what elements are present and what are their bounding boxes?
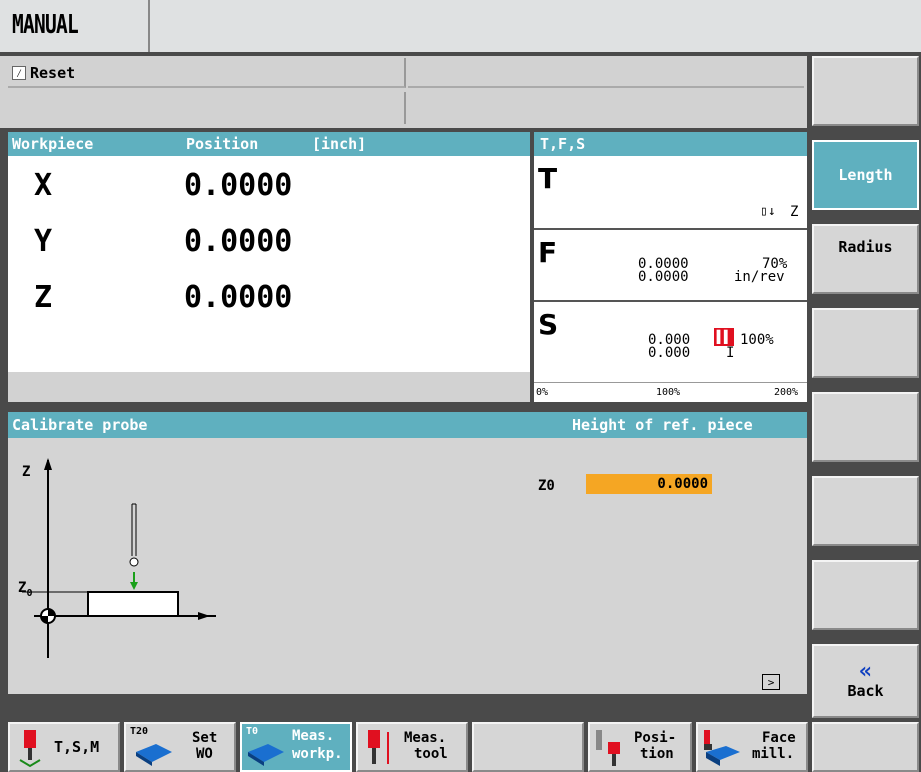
more-arrow-icon[interactable]: > (762, 674, 780, 690)
spindle-value-2: 0.000 (648, 345, 691, 361)
scale-mid: 100% (656, 387, 681, 398)
tool-direction-icon: ▯↓ (760, 204, 776, 219)
hsk-set-wo[interactable]: T20 Set WO (124, 722, 236, 772)
probe-diagram-svg (22, 458, 216, 658)
hsk-face-mill-label-1: Face (762, 730, 796, 746)
mode-display: MANUAL (0, 0, 150, 52)
axis-name: X (34, 168, 53, 203)
unit-heading: [inch] (312, 135, 367, 153)
axis-row-x: X 0.0000 (8, 166, 530, 206)
meas-workp-badge: T0 (246, 726, 259, 737)
vsk-7[interactable] (812, 560, 919, 630)
vsk-back[interactable]: « Back (812, 644, 919, 718)
spindle-unit: I (726, 345, 735, 361)
tfs-panel: T,F,S T ▯↓ Z F 0.0000 0.0000 70% in/rev … (534, 132, 807, 402)
diagram-z0-label: Z0 (18, 580, 32, 599)
tool-axis: Z (790, 204, 799, 220)
axis-row-z: Z 0.0000 (8, 278, 530, 318)
status-field-4 (408, 92, 804, 124)
hsk-empty-1[interactable] (472, 722, 584, 772)
hsk-face-mill-label-2: mill. (752, 746, 795, 762)
status-field-2 (408, 58, 804, 88)
reset-icon: ⁄ (12, 66, 26, 80)
spindle-scale: 0% 100% 200% (534, 382, 807, 402)
calibrate-panel: Calibrate probe Height of ref. piece Z Z… (8, 412, 807, 694)
feed-unit: in/rev (734, 269, 785, 285)
hsk-meas-workp-label-1: Meas. (292, 728, 335, 744)
hsk-position-label-2: tion (640, 746, 674, 762)
vsk-length-label: Length (838, 166, 893, 184)
hsk-position-label-1: Posi- (634, 730, 677, 746)
feed-label: F (538, 236, 558, 269)
spindle-percent: 100% (740, 332, 774, 348)
vsk-length[interactable]: Length (812, 140, 919, 210)
z0-subscript: 0 (26, 587, 33, 599)
hsk-tsm[interactable]: T,S,M (8, 722, 120, 772)
measure-workpiece-icon (248, 744, 284, 766)
scale-max: 200% (774, 387, 799, 398)
axis-name: Y (34, 224, 53, 259)
vsk-5[interactable] (812, 392, 919, 462)
hsk-empty-2[interactable] (812, 722, 919, 772)
hsk-tsm-label: T,S,M (54, 738, 100, 756)
hsk-meas-workp-label-2: workp. (292, 746, 343, 762)
hsk-meas-tool-label-2: tool (414, 746, 448, 762)
position-heading: Position (186, 135, 259, 153)
position-icon (596, 730, 620, 766)
axis-value: 0.0000 (184, 168, 293, 203)
face-mill-icon (704, 730, 740, 766)
spindle-stop-icon: ▌▌ (714, 328, 734, 346)
vsk-1[interactable] (812, 56, 919, 126)
calibrate-header: Calibrate probe Height of ref. piece (8, 412, 807, 438)
top-header: MANUAL (0, 0, 921, 52)
diagram-z-label: Z (22, 464, 31, 480)
axis-row-y: Y 0.0000 (8, 222, 530, 262)
vsk-radius-label: Radius (838, 238, 893, 256)
hsk-meas-workp[interactable]: T0 Meas. workp. (240, 722, 352, 772)
position-panel: Workpiece Position [inch] X 0.0000 Y 0.0… (8, 132, 530, 402)
tfs-header: T,F,S (534, 132, 807, 156)
vsk-radius[interactable]: Radius (812, 224, 919, 294)
hsk-face-mill[interactable]: Face mill. (696, 722, 808, 772)
z0-input[interactable]: 0.0000 (586, 474, 712, 494)
vsk-6[interactable] (812, 476, 919, 546)
manual-mode-label: MANUAL (12, 10, 79, 40)
reset-label: Reset (30, 64, 76, 82)
axis-value: 0.0000 (184, 280, 293, 315)
position-footer (8, 372, 530, 402)
tool-icon (19, 730, 41, 768)
calibrate-subtitle: Height of ref. piece (572, 416, 753, 434)
spindle-row: S 0.000 0.000 ▌▌ 100% I (534, 304, 807, 382)
hsk-meas-tool-label-1: Meas. (404, 730, 447, 746)
spindle-label: S (538, 308, 559, 341)
hsk-meas-tool[interactable]: Meas. tool (356, 722, 468, 772)
measure-tool-icon (368, 730, 389, 764)
axis-value: 0.0000 (184, 224, 293, 259)
feed-row: F 0.0000 0.0000 70% in/rev (534, 232, 807, 302)
horizontal-softkey-bar: T,S,M T20 Set WO T0 Meas. workp. Meas. t… (0, 720, 921, 772)
vertical-softkey-bar: Length Radius « Back (810, 52, 921, 720)
probe-diagram: Z Z0 (8, 438, 268, 694)
hsk-set-wo-label-2: WO (196, 746, 213, 762)
vsk-back-label: Back (847, 682, 884, 700)
status-area: ⁄ Reset (0, 56, 807, 128)
scale-min: 0% (536, 387, 549, 398)
workpiece-icon (136, 744, 172, 766)
reset-status: ⁄ Reset (8, 58, 406, 88)
vsk-4[interactable] (812, 308, 919, 378)
z0-input-value: 0.0000 (657, 476, 708, 492)
tool-label: T (538, 162, 558, 195)
workpiece-heading: Workpiece (12, 135, 94, 153)
hsk-position[interactable]: Posi- tion (588, 722, 692, 772)
set-wo-badge: T20 (130, 726, 149, 737)
position-header: Workpiece Position [inch] (8, 132, 530, 156)
status-field-3 (8, 92, 406, 124)
calibrate-title: Calibrate probe (12, 416, 148, 434)
hsk-set-wo-label-1: Set (192, 730, 218, 746)
back-chevron-icon: « (858, 659, 873, 684)
tool-row: T ▯↓ Z (534, 158, 807, 230)
axis-name: Z (34, 280, 53, 315)
z0-field-label: Z0 (538, 478, 555, 494)
feed-value-2: 0.0000 (638, 269, 689, 285)
